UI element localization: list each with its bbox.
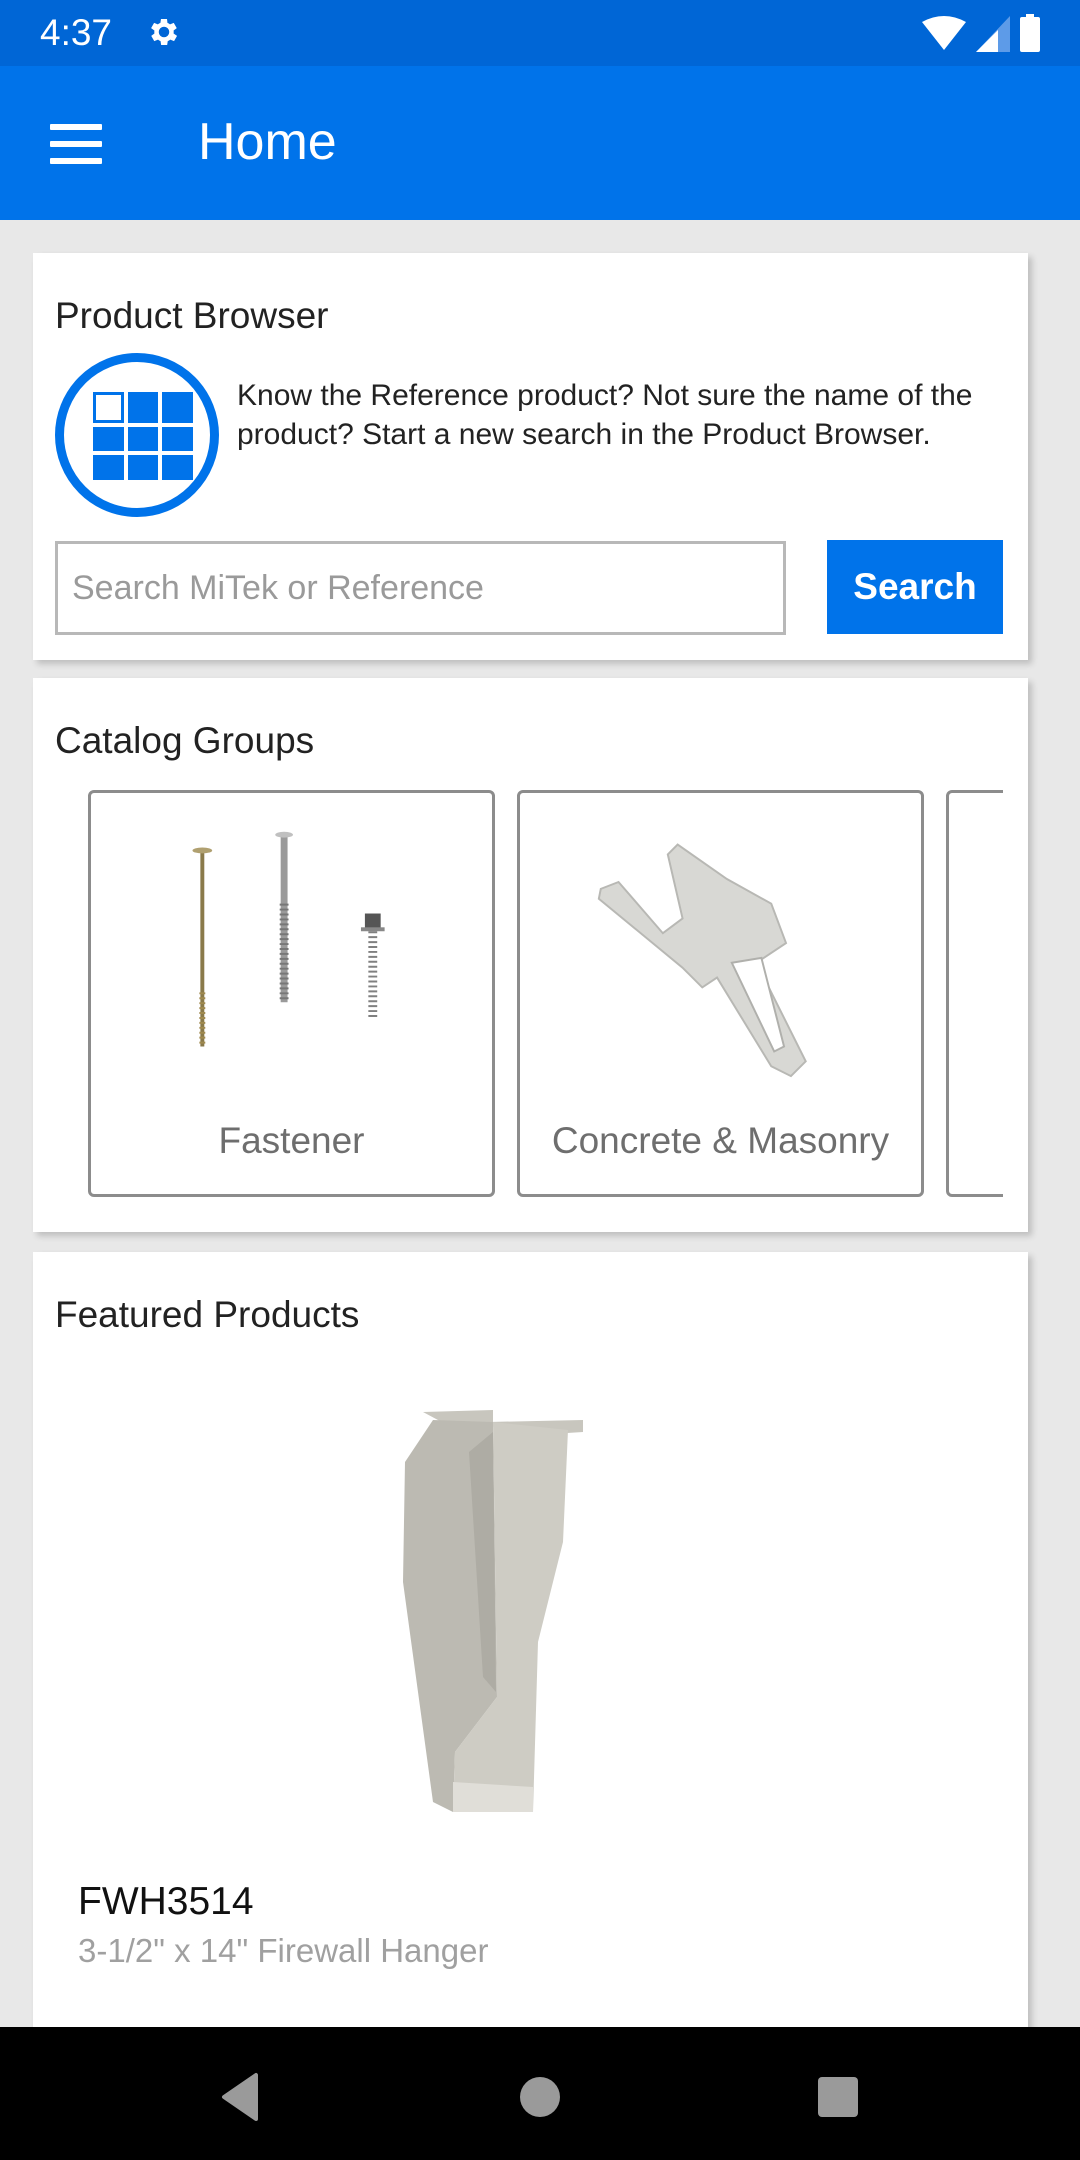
catalog-item-label: Concrete & Masonry: [551, 1120, 890, 1161]
featured-products-title: Featured Products: [55, 1294, 360, 1335]
status-time: 4:37: [40, 12, 113, 53]
catalog-groups-card: Catalog Groups Fastener Concrete & Mason…: [33, 678, 1028, 1232]
settings-gear-icon: [151, 18, 178, 46]
fasteners-screws-image: [192, 831, 385, 1047]
home-icon[interactable]: [510, 2067, 570, 2127]
catalog-item-label: Fastener: [218, 1120, 365, 1161]
product-description: 3-1/2" x 14" Firewall Hanger: [78, 1932, 489, 1969]
status-bar: 4:37: [0, 0, 1080, 66]
system-nav-bar: [0, 2027, 1080, 2160]
product-browser-description: Know the Reference product? Not sure the…: [237, 379, 973, 451]
search-button[interactable]: Search: [827, 540, 1003, 634]
recents-icon[interactable]: [808, 2067, 868, 2127]
product-browser-card: Product Browser Know the Reference produ…: [33, 253, 1028, 660]
catalog-item-fastener[interactable]: Fastener: [88, 790, 495, 1197]
product-code: FWH3514: [78, 1880, 254, 1923]
catalog-groups-carousel[interactable]: Fastener Concrete & Masonry: [88, 790, 1003, 1197]
cellular-signal-icon: [976, 16, 1010, 52]
back-icon[interactable]: [210, 2067, 270, 2127]
wifi-icon: [922, 16, 966, 50]
firewall-hanger-image: [403, 1410, 583, 1812]
grid-browser-icon: [55, 353, 219, 517]
app-bar: Home: [0, 66, 1080, 220]
catalog-item-concrete-masonry[interactable]: Concrete & Masonry: [517, 790, 924, 1197]
featured-products-card: Featured Products FWH3514 3-1/2" x 14" F…: [33, 1252, 1028, 2052]
page-title: Home: [198, 113, 337, 171]
hamburger-menu-icon[interactable]: [50, 124, 102, 164]
battery-icon: [1020, 14, 1040, 52]
status-icons: [922, 14, 1040, 52]
product-browser-title: Product Browser: [55, 295, 329, 336]
catalog-groups-title: Catalog Groups: [55, 720, 315, 761]
catalog-item-partial[interactable]: [946, 790, 1003, 1197]
masonry-anchor-strap-image: [597, 843, 807, 1078]
search-input[interactable]: [55, 541, 786, 635]
